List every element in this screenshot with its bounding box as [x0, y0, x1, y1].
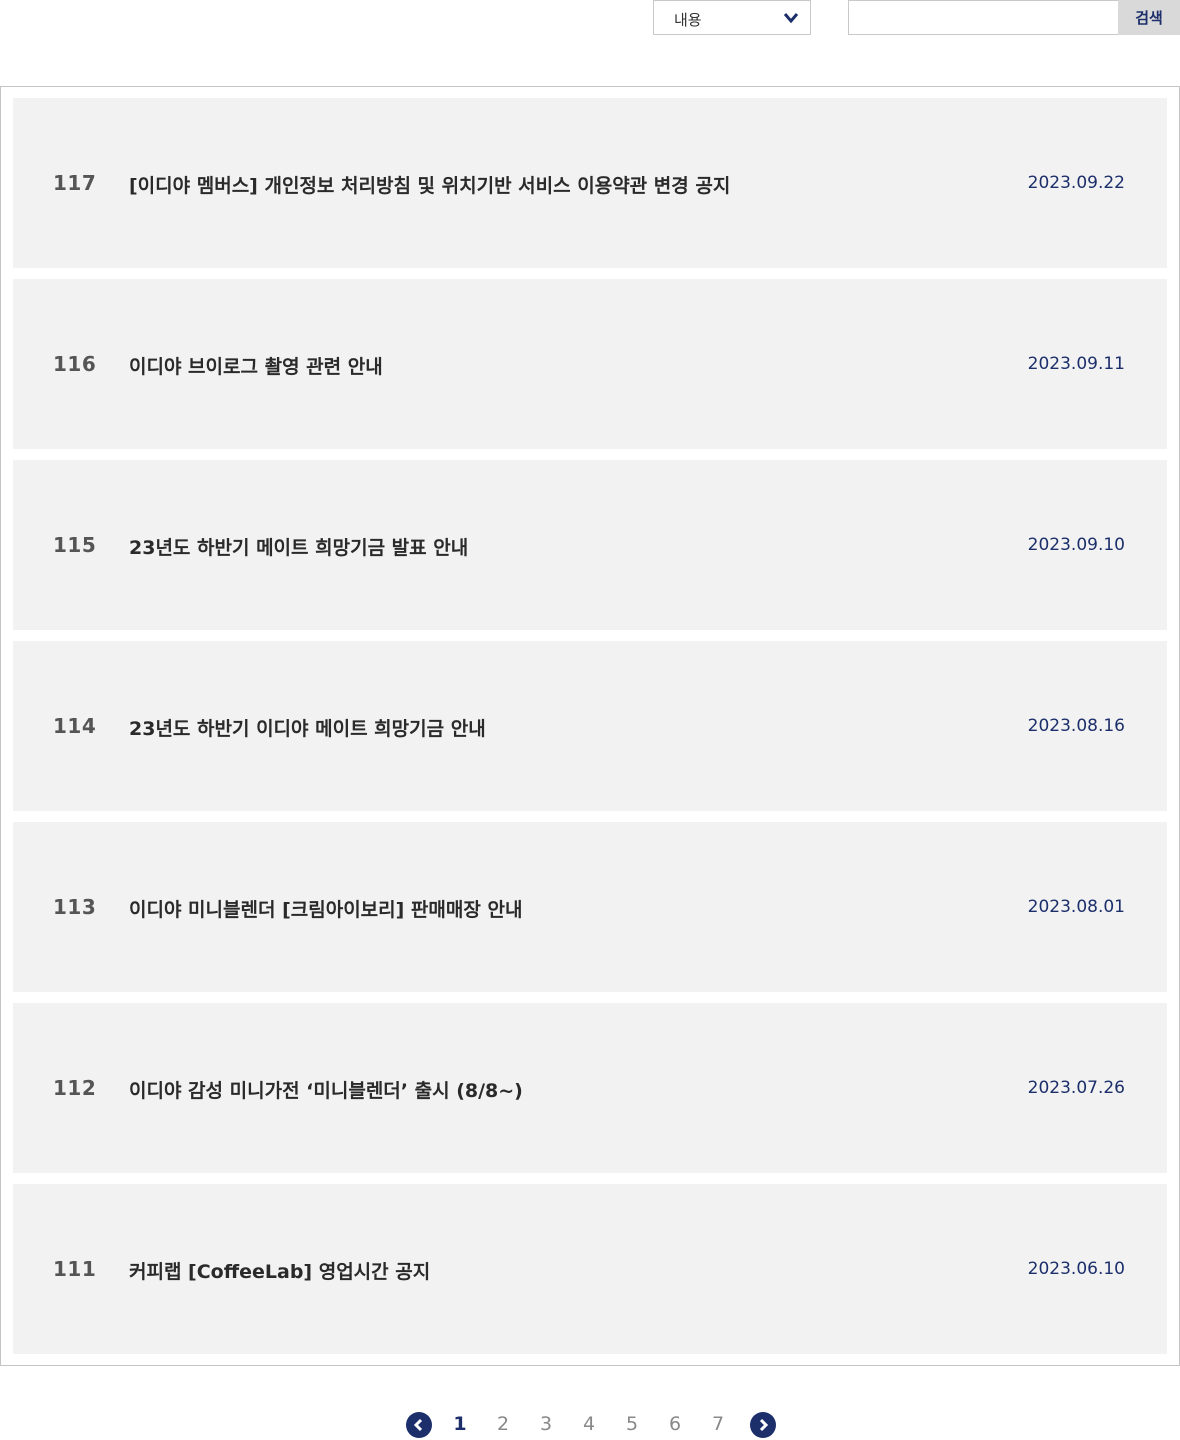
notice-row[interactable]: 117 [이디야 멤버스] 개인정보 처리방침 및 위치기반 서비스 이용약관 … [13, 98, 1167, 268]
page-6[interactable]: 6 [663, 1413, 687, 1435]
notice-title[interactable]: 23년도 하반기 메이트 희망기금 발표 안내 [129, 533, 468, 560]
search-button[interactable]: 검색 [1118, 0, 1180, 35]
notice-row[interactable]: 113 이디야 미니블렌더 [크림아이보리] 판매매장 안내 2023.08.0… [13, 822, 1167, 992]
search-type-select[interactable]: 내용 [653, 0, 811, 35]
chevron-left-circle-icon[interactable] [406, 1412, 432, 1438]
page-5[interactable]: 5 [620, 1413, 644, 1435]
notice-date: 2023.06.10 [1027, 1259, 1125, 1279]
notice-date: 2023.07.26 [1027, 1078, 1125, 1098]
notice-number: 117 [53, 171, 97, 195]
notice-date: 2023.08.16 [1027, 716, 1125, 736]
notice-number: 113 [53, 895, 97, 919]
page-4[interactable]: 4 [577, 1413, 601, 1435]
notice-number: 114 [53, 714, 97, 738]
notice-title[interactable]: 23년도 하반기 이디야 메이트 희망기금 안내 [129, 714, 486, 741]
notice-row[interactable]: 111 커피랩 [CoffeeLab] 영업시간 공지 2023.06.10 [13, 1184, 1167, 1354]
notice-number: 112 [53, 1076, 97, 1100]
chevron-down-icon [783, 13, 799, 24]
search-input[interactable] [848, 0, 1120, 35]
notice-title[interactable]: [이디야 멤버스] 개인정보 처리방침 및 위치기반 서비스 이용약관 변경 공… [129, 171, 730, 198]
notice-title[interactable]: 이디야 미니블렌더 [크림아이보리] 판매매장 안내 [129, 895, 522, 922]
page-7[interactable]: 7 [706, 1413, 730, 1435]
notice-number: 111 [53, 1257, 97, 1281]
notice-date: 2023.09.22 [1027, 173, 1125, 193]
notice-row[interactable]: 112 이디야 감성 미니가전 ‘미니블렌더’ 출시 (8/8~) 2023.0… [13, 1003, 1167, 1173]
notice-row[interactable]: 115 23년도 하반기 메이트 희망기금 발표 안내 2023.09.10 [13, 460, 1167, 630]
notice-row[interactable]: 116 이디야 브이로그 촬영 관련 안내 2023.09.11 [13, 279, 1167, 449]
notice-list: 117 [이디야 멤버스] 개인정보 처리방침 및 위치기반 서비스 이용약관 … [0, 86, 1180, 1366]
page-3[interactable]: 3 [534, 1413, 558, 1435]
notice-row[interactable]: 114 23년도 하반기 이디야 메이트 희망기금 안내 2023.08.16 [13, 641, 1167, 811]
search-type-value: 내용 [674, 11, 702, 29]
notice-number: 116 [53, 352, 97, 376]
notice-date: 2023.09.11 [1027, 354, 1125, 374]
pagination: 1 2 3 4 5 6 7 [0, 1410, 1180, 1440]
page-1[interactable]: 1 [448, 1413, 472, 1435]
notice-date: 2023.08.01 [1027, 897, 1125, 917]
notice-number: 115 [53, 533, 97, 557]
notice-title[interactable]: 이디야 브이로그 촬영 관련 안내 [129, 352, 383, 379]
notice-title[interactable]: 이디야 감성 미니가전 ‘미니블렌더’ 출시 (8/8~) [129, 1076, 523, 1103]
chevron-right-circle-icon[interactable] [750, 1412, 776, 1438]
notice-date: 2023.09.10 [1027, 535, 1125, 555]
notice-title[interactable]: 커피랩 [CoffeeLab] 영업시간 공지 [129, 1257, 430, 1284]
page-2[interactable]: 2 [491, 1413, 515, 1435]
